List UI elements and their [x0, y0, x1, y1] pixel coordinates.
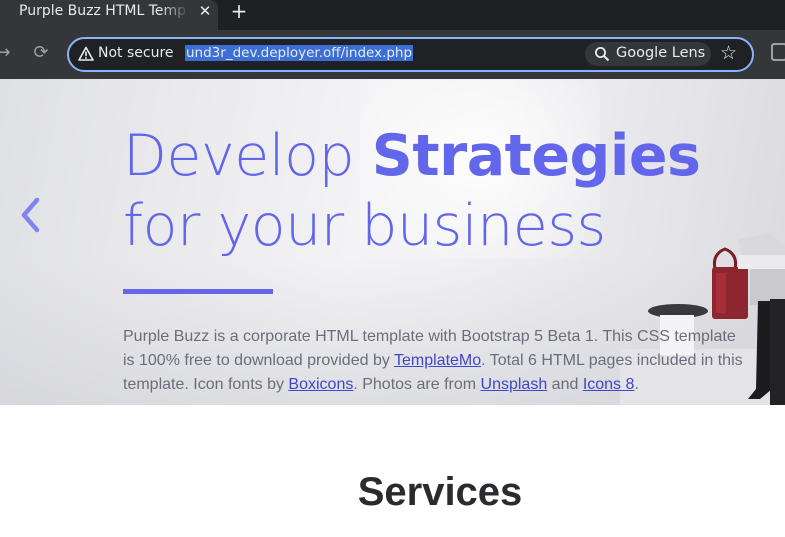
hero-description: Purple Buzz is a corporate HTML template…	[123, 325, 748, 397]
browser-tab[interactable]: Purple Buzz HTML Templ ✕	[0, 0, 218, 30]
address-bar[interactable]: Not secure und3r_dev.deployer.off/index.…	[67, 37, 754, 72]
link-templatemo[interactable]: TemplateMo	[394, 352, 481, 369]
link-boxicons[interactable]: Boxicons	[288, 376, 353, 393]
forward-icon[interactable]: →	[0, 43, 12, 63]
link-unsplash[interactable]: Unsplash	[481, 376, 548, 393]
link-icons8[interactable]: Icons 8	[583, 376, 635, 393]
hero-heading-part2: for your business	[123, 193, 606, 259]
hero-heading: Develop Strategies for your business	[123, 121, 763, 261]
browser-toolbar: → ⟳ Not secure und3r_dev.deployer.off/in…	[0, 30, 785, 79]
hero-banner: Develop Strategies for your business Pur…	[0, 79, 785, 405]
hero-divider	[123, 289, 273, 294]
carousel-prev-arrow-icon[interactable]	[18, 195, 42, 235]
hero-heading-part1: Develop	[123, 123, 372, 189]
url-text[interactable]: und3r_dev.deployer.off/index.php	[185, 45, 414, 61]
new-tab-button[interactable]: +	[229, 1, 249, 21]
google-lens-button[interactable]: Google Lens	[585, 42, 711, 66]
hero-text-5: .	[634, 376, 639, 393]
services-heading: Services	[357, 470, 523, 514]
extensions-icon[interactable]	[771, 43, 785, 61]
tab-title-fade	[160, 0, 190, 30]
close-icon[interactable]: ✕	[196, 2, 214, 20]
tab-strip: Purple Buzz HTML Templ ✕ +	[0, 0, 785, 30]
hero-text-4: and	[547, 376, 583, 393]
hero-text-3: . Photos are from	[353, 376, 481, 393]
search-icon	[595, 47, 610, 62]
bookmark-star-icon[interactable]: ☆	[720, 42, 737, 64]
reload-icon[interactable]: ⟳	[31, 43, 51, 63]
google-lens-label: Google Lens	[616, 45, 706, 61]
security-status[interactable]: Not secure	[98, 45, 174, 61]
hero-heading-bold: Strategies	[371, 123, 701, 189]
warning-icon[interactable]	[78, 46, 94, 62]
